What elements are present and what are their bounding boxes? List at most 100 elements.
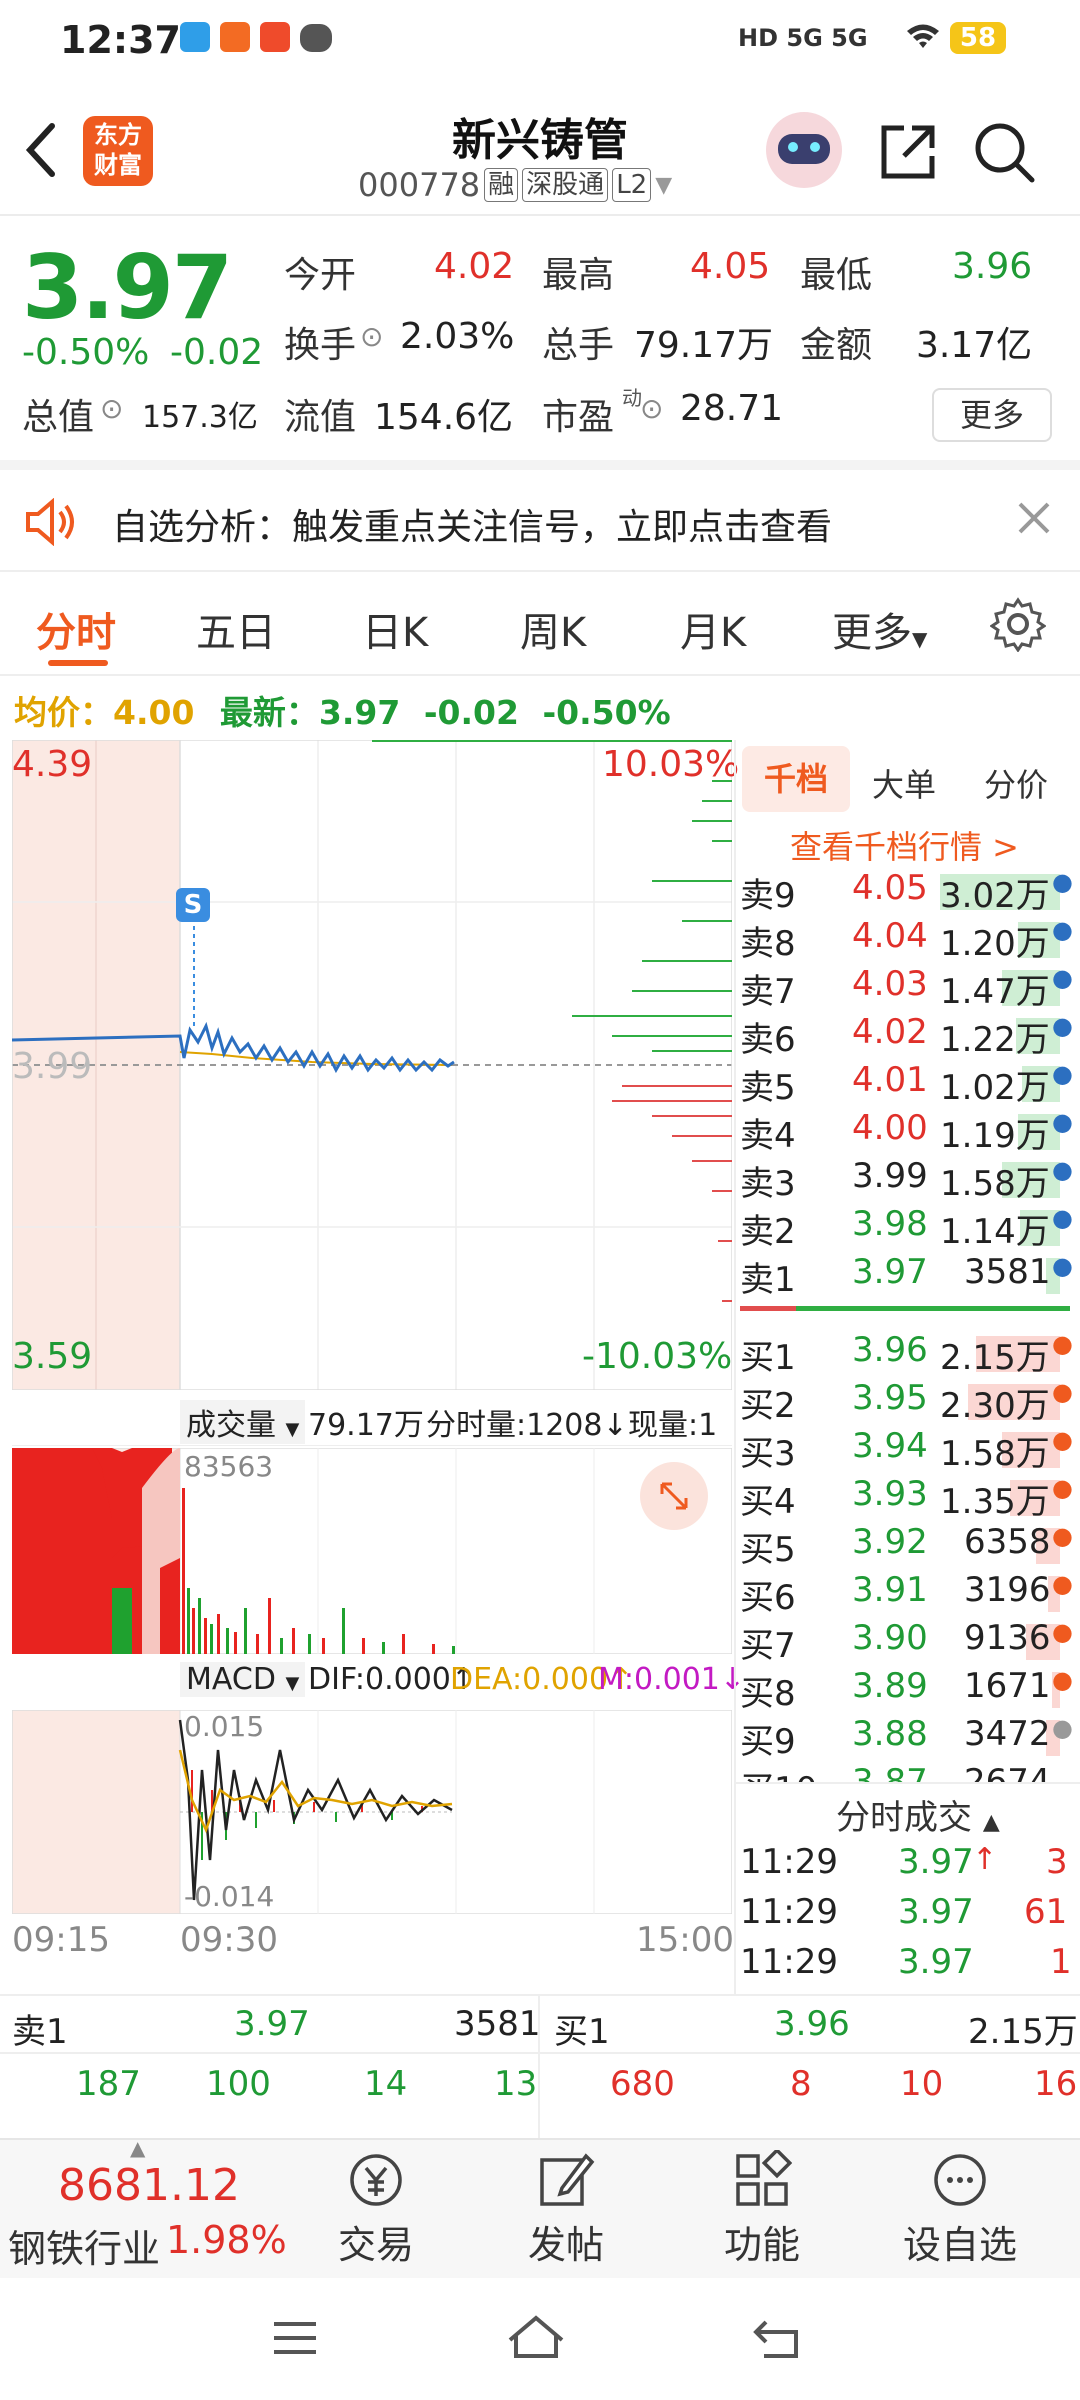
bid-ask-ratio-bar bbox=[740, 1306, 1070, 1311]
view-depth-link[interactable]: 查看千档行情 > bbox=[790, 822, 1019, 868]
intraday-chart-area[interactable]: S 4.39 3.99 3.59 10.03% -10.03% 成交量 ▼ 79… bbox=[12, 740, 745, 1960]
volume-selector[interactable]: 成交量 ▼ bbox=[180, 1400, 306, 1444]
more-quote-button[interactable]: 更多 bbox=[932, 388, 1052, 442]
volume-label: 总手 bbox=[542, 325, 615, 366]
close-icon[interactable] bbox=[1012, 496, 1056, 544]
ask-row[interactable]: 卖7 4.03 1.47万 ● bbox=[740, 964, 1073, 1012]
caret-up-icon: ▲ bbox=[130, 2136, 146, 2160]
bid-row[interactable]: 买3 3.94 1.58万 ● bbox=[740, 1426, 1073, 1474]
tab-5day[interactable]: 五日 bbox=[196, 600, 276, 658]
ask-row[interactable]: 卖9 4.05 3.02万 ● bbox=[740, 868, 1073, 916]
signal-s-marker[interactable]: S bbox=[176, 888, 210, 922]
settings-gear-icon[interactable] bbox=[989, 596, 1047, 656]
bid-row[interactable]: 买1 3.96 2.15万 ● bbox=[740, 1330, 1073, 1378]
summary-sell-vol: 3581 bbox=[454, 2004, 541, 2044]
volume-chart bbox=[12, 1448, 732, 1654]
bid-row[interactable]: 买8 3.89 1671 ● bbox=[740, 1666, 1073, 1714]
l2-tag: L2 bbox=[612, 168, 652, 202]
dot-icon: ● bbox=[1052, 1204, 1073, 1232]
stock-header: 东方 财富 新兴铸管 000778 融 深股通 L2 ▼ bbox=[0, 84, 1080, 216]
info-icon[interactable]: ⊙ bbox=[360, 320, 383, 353]
time-axis-end: 15:00 bbox=[636, 1920, 734, 1960]
bid-row[interactable]: 买6 3.91 3196 ● bbox=[740, 1570, 1073, 1618]
float-value: 154.6亿 bbox=[374, 397, 514, 438]
tab-large-orders[interactable]: 大单 bbox=[872, 760, 936, 806]
battery-icon: 58 bbox=[950, 22, 1006, 54]
search-icon[interactable] bbox=[972, 120, 1036, 188]
bid-row[interactable]: 买4 3.93 1.35万 ● bbox=[740, 1474, 1073, 1522]
wifi-icon bbox=[905, 22, 941, 50]
bid-row[interactable]: 买2 3.95 2.30万 ● bbox=[740, 1378, 1073, 1426]
tab-daily-k[interactable]: 日K bbox=[362, 600, 428, 658]
price-axis-mid: 3.99 bbox=[12, 1046, 93, 1087]
up-arrow-icon: ↑ bbox=[972, 1842, 998, 1877]
bid-row[interactable]: 买9 3.88 3472 ● bbox=[740, 1714, 1073, 1762]
low-value: 3.96 bbox=[952, 246, 1033, 287]
buy-queue-item: 10 bbox=[900, 2064, 944, 2104]
ask-row[interactable]: 卖4 4.00 1.19万 ● bbox=[740, 1108, 1073, 1156]
dot-icon: ● bbox=[1052, 1330, 1073, 1358]
dot-icon: ● bbox=[1052, 1012, 1073, 1040]
volume-header: 成交量 ▼ 79.17万 分时量:1208↓ 现量:1 bbox=[12, 1392, 732, 1446]
expand-icon[interactable] bbox=[640, 1462, 708, 1530]
tab-depth-1000[interactable]: 千档 bbox=[742, 746, 850, 812]
dot-icon: ● bbox=[1052, 1060, 1073, 1088]
price-chart bbox=[12, 740, 732, 1390]
alert-banner[interactable]: 自选分析：触发重点关注信号，立即点击查看 bbox=[0, 470, 1080, 572]
tab-intraday[interactable]: 分时 bbox=[36, 600, 116, 658]
sell-queue-item: 13 bbox=[494, 2064, 538, 2104]
ask-row[interactable]: 卖3 3.99 1.58万 ● bbox=[740, 1156, 1073, 1204]
open-label: 今开 bbox=[284, 255, 357, 296]
info-icon[interactable]: ⊙ bbox=[100, 392, 123, 425]
ask-row[interactable]: 卖8 4.04 1.20万 ● bbox=[740, 916, 1073, 964]
macd-selector[interactable]: MACD ▼ bbox=[180, 1662, 306, 1697]
industry-index[interactable]: ▲ 8681.12 钢铁行业 1.98% bbox=[0, 2136, 290, 2280]
dot-icon: ● bbox=[1052, 1108, 1073, 1136]
ask-row[interactable]: 卖6 4.02 1.22万 ● bbox=[740, 1012, 1073, 1060]
app-notification-icon bbox=[220, 22, 250, 52]
bid-row[interactable]: 买7 3.90 9136 ● bbox=[740, 1618, 1073, 1666]
low-label: 最低 bbox=[800, 255, 873, 296]
more-dots-icon bbox=[890, 2150, 1030, 2214]
nav-post[interactable]: 发帖 bbox=[496, 2150, 636, 2269]
bid-row[interactable]: 买5 3.92 6358 ● bbox=[740, 1522, 1073, 1570]
price-axis-top: 4.39 bbox=[12, 744, 93, 785]
dot-icon: ● bbox=[1052, 1378, 1073, 1406]
bid-row[interactable]: 买10 3.87 2674 bbox=[740, 1762, 1070, 1784]
tab-price-distribution[interactable]: 分价 bbox=[984, 760, 1048, 806]
tab-underline bbox=[48, 660, 108, 666]
amount-label: 金额 bbox=[800, 325, 873, 366]
nav-add-watchlist[interactable]: 设自选 bbox=[890, 2150, 1030, 2269]
back-nav-icon[interactable] bbox=[748, 2314, 804, 2366]
summary-sell-label: 卖1 bbox=[12, 2012, 68, 2052]
summary-sell-price: 3.97 bbox=[234, 2004, 310, 2044]
dot-icon: ● bbox=[1052, 868, 1073, 896]
nav-functions[interactable]: 功能 bbox=[692, 2147, 832, 2269]
ask-row[interactable]: 卖5 4.01 1.02万 ● bbox=[740, 1060, 1073, 1108]
info-icon[interactable]: ⊙ bbox=[640, 392, 663, 425]
tab-more[interactable]: 更多▼ bbox=[832, 600, 927, 658]
assistant-robot-icon[interactable] bbox=[766, 112, 842, 188]
macd-chart bbox=[12, 1710, 732, 1914]
stock-code-row[interactable]: 000778 融 深股通 L2 ▼ bbox=[358, 166, 672, 204]
app-notification-icon bbox=[180, 22, 210, 52]
ask-row[interactable]: 卖2 3.98 1.14万 ● bbox=[740, 1204, 1073, 1252]
wechat-icon bbox=[300, 24, 332, 52]
trades-title[interactable]: 分时成交 ▲ bbox=[836, 1790, 1000, 1839]
tab-monthly-k[interactable]: 月K bbox=[680, 600, 746, 658]
speaker-icon bbox=[24, 497, 80, 550]
menu-icon[interactable] bbox=[270, 2318, 320, 2362]
summary-buy-label: 买1 bbox=[554, 2012, 610, 2052]
high-label: 最高 bbox=[542, 255, 615, 296]
sell-queue-item: 187 bbox=[76, 2064, 141, 2104]
high-value: 4.05 bbox=[690, 246, 771, 287]
tab-weekly-k[interactable]: 周K bbox=[520, 600, 586, 658]
share-icon[interactable] bbox=[876, 120, 940, 188]
dropdown-icon[interactable]: ▼ bbox=[655, 173, 672, 198]
volume-tick: 分时量:1208↓ bbox=[426, 1408, 628, 1443]
nav-trade[interactable]: 交易 bbox=[306, 2150, 446, 2269]
ask-row[interactable]: 卖1 3.97 3581 ● bbox=[740, 1252, 1073, 1300]
index-pct: 1.98% bbox=[166, 2218, 287, 2262]
home-icon[interactable] bbox=[504, 2312, 568, 2366]
dot-icon: ● bbox=[1052, 1714, 1073, 1742]
